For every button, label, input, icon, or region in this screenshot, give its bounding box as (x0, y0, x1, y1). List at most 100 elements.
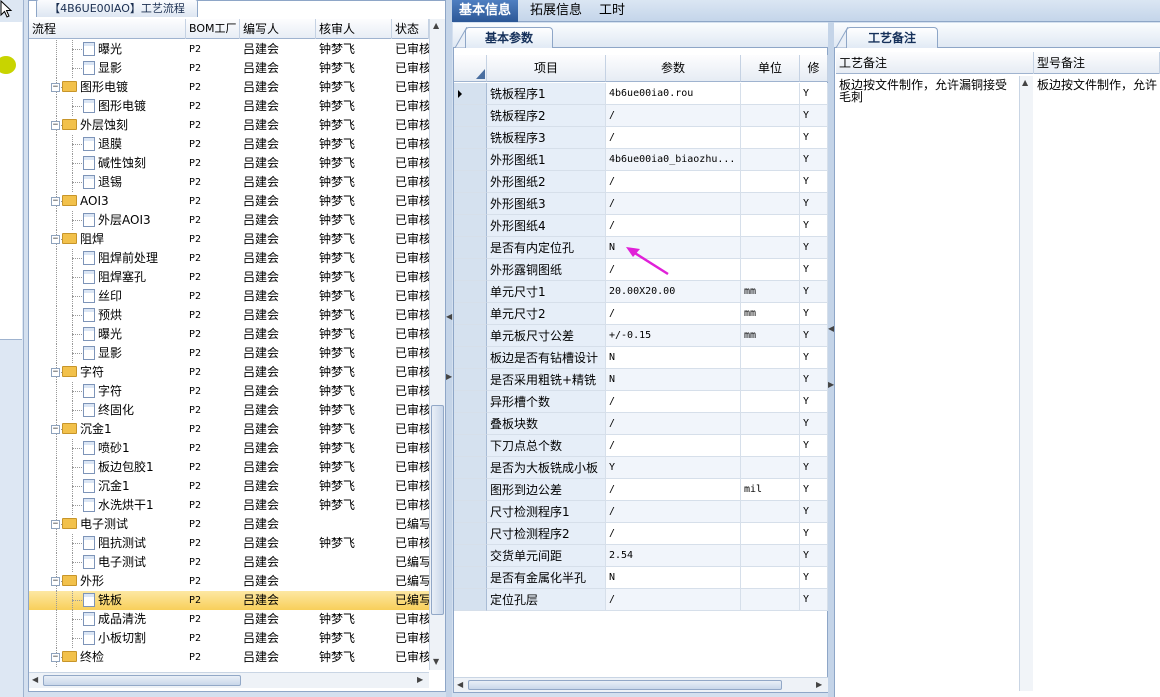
tree-step-row[interactable]: 喷砂1 P2 吕建会 钟梦飞 已审核 (29, 439, 429, 458)
col-header-bom-factory[interactable]: BOM工厂 (186, 19, 240, 39)
col-header-author[interactable]: 编写人 (240, 19, 316, 39)
collapse-toggle-icon[interactable]: − (51, 235, 60, 244)
tree-node-cell[interactable]: − 外层蚀刻 (29, 116, 186, 135)
row-indicator[interactable] (454, 105, 487, 127)
grid-header-param[interactable]: 参数 (606, 55, 741, 82)
tree-node-cell[interactable]: 阻抗测试 (29, 534, 186, 553)
tree-node-cell[interactable]: 退膜 (29, 135, 186, 154)
param-row[interactable]: 外形图纸4/ Y (454, 215, 828, 237)
tree-node-content[interactable]: 退膜 (83, 135, 122, 154)
tree-node-content[interactable]: 阻抗测试 (83, 534, 146, 553)
collapse-toggle-icon[interactable]: − (51, 83, 60, 92)
param-value-cell[interactable]: / (606, 105, 741, 127)
tree-node-cell[interactable]: 终固化 (29, 401, 186, 420)
param-unit-cell[interactable] (741, 127, 800, 149)
scroll-down-arrow-icon[interactable]: ▼ (433, 657, 439, 666)
splitter-expand-icon[interactable]: ▶ (446, 372, 452, 381)
tree-node-content[interactable]: 电子测试 (83, 553, 146, 572)
process-note-text[interactable]: 板边按文件制作，允许漏铜接受毛刺 (836, 76, 1019, 676)
param-unit-cell[interactable] (741, 215, 800, 237)
tree-node-content[interactable]: 喷砂1 (83, 439, 130, 458)
param-row[interactable]: 外形图纸3/ Y (454, 193, 828, 215)
param-unit-cell[interactable] (741, 545, 800, 567)
row-indicator[interactable] (454, 259, 487, 281)
tree-step-row[interactable]: 显影 P2 吕建会 钟梦飞 已审核 (29, 59, 429, 78)
param-value-cell[interactable]: / (606, 171, 741, 193)
tree-node-content[interactable]: − 电子测试 (51, 515, 128, 534)
tree-node-content[interactable]: 曝光 (83, 40, 122, 59)
collapse-toggle-icon[interactable]: − (51, 368, 60, 377)
tree-node-cell[interactable]: 外层AOI3 (29, 211, 186, 230)
param-value-cell[interactable]: / (606, 303, 741, 325)
tab-basic-info[interactable]: 基本信息 (452, 0, 519, 22)
param-row[interactable]: 单元尺寸1 20.00X20.00 mm Y (454, 281, 828, 303)
panel-splitter-left[interactable]: ◀ ▶ (446, 0, 452, 697)
param-row[interactable]: 叠板块数 / Y (454, 413, 828, 435)
process-flow-window-tab[interactable]: 【4B6UE00IAO】工艺流程 (36, 0, 198, 17)
param-unit-cell[interactable]: mm (741, 281, 800, 303)
grid-header-item[interactable]: 项目 (487, 55, 606, 82)
tree-group-row[interactable]: − AOI3 P2 吕建会 钟梦飞 已审核 (29, 192, 429, 211)
row-indicator[interactable] (454, 127, 487, 149)
tree-node-cell[interactable]: 成品清洗 (29, 610, 186, 629)
row-indicator[interactable] (454, 457, 487, 479)
param-value-cell[interactable]: 20.00X20.00 (606, 281, 741, 303)
tree-step-row[interactable]: 电子测试 P2 吕建会 已编写 (29, 553, 429, 572)
scroll-right-arrow-icon[interactable]: ▶ (816, 680, 822, 689)
tree-node-content[interactable]: 铣板 (83, 591, 122, 610)
tree-node-content[interactable]: − 终检 (51, 648, 104, 667)
tree-node-content[interactable]: 阻焊塞孔 (83, 268, 146, 287)
tree-node-content[interactable]: − 字符 (51, 363, 104, 382)
tree-node-cell[interactable]: − 外形 (29, 572, 186, 591)
row-indicator[interactable] (454, 149, 487, 171)
row-indicator[interactable] (454, 171, 487, 193)
tree-vscroll-thumb[interactable] (431, 405, 444, 615)
tree-step-row[interactable]: 预烘 P2 吕建会 钟梦飞 已审核 (29, 306, 429, 325)
param-row[interactable]: 尺寸检测程序1/ Y (454, 501, 828, 523)
param-unit-cell[interactable] (741, 347, 800, 369)
row-indicator[interactable] (454, 413, 487, 435)
row-indicator[interactable] (454, 193, 487, 215)
grid-header-unit[interactable]: 单位 (741, 55, 800, 82)
tree-node-cell[interactable]: 阻焊前处理 (29, 249, 186, 268)
tree-node-cell[interactable]: − 阻焊 (29, 230, 186, 249)
param-row[interactable]: 单元板尺寸公差 +/-0.15 mm Y (454, 325, 828, 347)
tree-step-row[interactable]: 字符 P2 吕建会 钟梦飞 已审核 (29, 382, 429, 401)
param-value-cell[interactable]: / (606, 479, 741, 501)
param-value-cell[interactable]: / (606, 193, 741, 215)
param-row[interactable]: 铣板程序1 4b6ue00ia0.rou Y (454, 83, 828, 105)
param-unit-cell[interactable]: mil (741, 479, 800, 501)
tree-node-cell[interactable]: 显影 (29, 344, 186, 363)
param-value-cell[interactable]: N (606, 369, 741, 391)
tree-node-cell[interactable]: 碱性蚀刻 (29, 154, 186, 173)
param-row[interactable]: 图形到边公差 / mil Y (454, 479, 828, 501)
row-indicator[interactable] (454, 589, 487, 611)
tree-node-content[interactable]: − 阻焊 (51, 230, 104, 249)
tree-group-row[interactable]: − 终检 P2 吕建会 钟梦飞 已审核 (29, 648, 429, 667)
tree-step-row[interactable]: 退膜 P2 吕建会 钟梦飞 已审核 (29, 135, 429, 154)
tree-hscroll-thumb[interactable] (43, 675, 241, 686)
param-row[interactable]: 交货单元间距 2.54 Y (454, 545, 828, 567)
tree-step-row[interactable]: 阻焊塞孔 P2 吕建会 钟梦飞 已审核 (29, 268, 429, 287)
param-value-cell[interactable]: 2.54 (606, 545, 741, 567)
param-value-cell[interactable]: / (606, 413, 741, 435)
param-unit-cell[interactable] (741, 237, 800, 259)
tree-node-content[interactable]: 成品清洗 (83, 610, 146, 629)
tree-group-row[interactable]: − 电子测试 P2 吕建会 已编写 (29, 515, 429, 534)
param-value-cell[interactable]: N (606, 347, 741, 369)
tree-node-content[interactable]: 外层AOI3 (83, 211, 151, 230)
param-row[interactable]: 下刀点总个数 / Y (454, 435, 828, 457)
param-unit-cell[interactable] (741, 589, 800, 611)
params-horizontal-scrollbar[interactable]: ◀ ▶ (454, 677, 828, 692)
tree-node-cell[interactable]: 显影 (29, 59, 186, 78)
scroll-left-arrow-icon[interactable]: ◀ (457, 680, 463, 689)
tree-step-row[interactable]: 退锡 P2 吕建会 钟梦飞 已审核 (29, 173, 429, 192)
tree-node-content[interactable]: 终固化 (83, 401, 134, 420)
tree-node-content[interactable]: 图形电镀 (83, 97, 146, 116)
row-indicator[interactable] (454, 83, 487, 105)
tree-node-content[interactable]: 显影 (83, 344, 122, 363)
param-value-cell[interactable]: +/-0.15 (606, 325, 741, 347)
grid-corner[interactable] (454, 55, 487, 82)
tree-node-content[interactable]: 沉金1 (83, 477, 130, 496)
tree-step-row[interactable]: 图形电镀 P2 吕建会 钟梦飞 已审核 (29, 97, 429, 116)
